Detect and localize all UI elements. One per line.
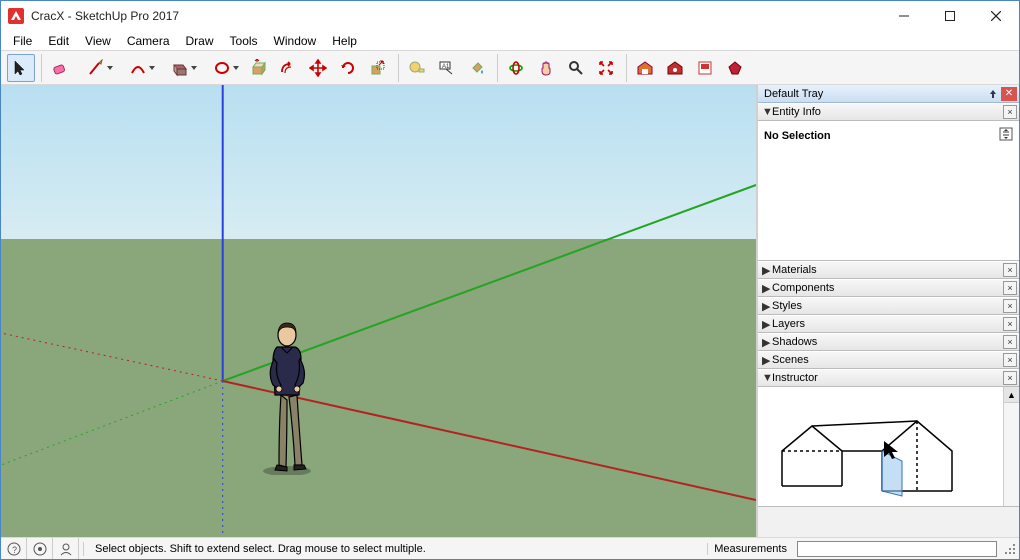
paint-bucket-tool-button[interactable] xyxy=(463,54,491,82)
measurements-label: Measurements xyxy=(707,543,793,555)
window-title: CracX - SketchUp Pro 2017 xyxy=(31,9,179,23)
panel-title: Instructor xyxy=(772,372,818,384)
axes-icon xyxy=(1,85,756,537)
text-tool-button[interactable]: A1 xyxy=(433,54,461,82)
line-tool-button[interactable] xyxy=(76,54,116,82)
panel-title: Layers xyxy=(772,318,805,330)
ruby-console-button[interactable] xyxy=(721,54,749,82)
panel-close-button[interactable]: × xyxy=(1003,263,1017,277)
panel-scenes[interactable]: ▶ Scenes × xyxy=(758,351,1019,369)
panel-title: Entity Info xyxy=(772,106,821,118)
instructor-body: ▲ xyxy=(758,387,1019,507)
menu-window[interactable]: Window xyxy=(266,32,325,50)
panel-materials[interactable]: ▶ Materials × xyxy=(758,261,1019,279)
panel-entity-info[interactable]: ▼ Entity Info × xyxy=(758,103,1019,121)
eraser-tool-button[interactable] xyxy=(46,54,74,82)
tape-measure-tool-button[interactable] xyxy=(403,54,431,82)
entity-info-body: No Selection xyxy=(758,121,1019,261)
layout-button[interactable] xyxy=(691,54,719,82)
pin-icon[interactable] xyxy=(985,87,1001,101)
rectangle-tool-button[interactable] xyxy=(160,54,200,82)
collapse-arrow-icon: ▼ xyxy=(762,372,772,384)
user-info-icon[interactable] xyxy=(53,538,79,559)
panel-title: Styles xyxy=(772,300,802,312)
collapse-arrow-icon: ▼ xyxy=(762,106,772,118)
status-hint: Select objects. Shift to extend select. … xyxy=(89,543,432,555)
panel-title: Shadows xyxy=(772,336,817,348)
warehouse-button[interactable] xyxy=(631,54,659,82)
scale-tool-button[interactable] xyxy=(364,54,392,82)
menu-draw[interactable]: Draw xyxy=(178,32,222,50)
selection-status: No Selection xyxy=(764,130,831,142)
scroll-up-button[interactable]: ▲ xyxy=(1004,387,1019,403)
tray-close-button[interactable]: ✕ xyxy=(1001,87,1017,101)
scroll-track[interactable] xyxy=(1004,403,1019,506)
app-logo-icon xyxy=(7,7,25,25)
close-button[interactable] xyxy=(973,1,1019,31)
instructor-diagram-icon xyxy=(762,391,992,506)
panel-close-button[interactable]: × xyxy=(1003,281,1017,295)
panel-title: Materials xyxy=(772,264,817,276)
status-bar: ? Select objects. Shift to extend select… xyxy=(1,537,1019,559)
arc-tool-button[interactable] xyxy=(118,54,158,82)
panel-title: Components xyxy=(772,282,834,294)
select-tool-button[interactable] xyxy=(7,54,35,82)
rotate-tool-button[interactable] xyxy=(334,54,362,82)
menu-view[interactable]: View xyxy=(77,32,119,50)
zoom-tool-button[interactable] xyxy=(562,54,590,82)
instructor-scrollbar[interactable]: ▲ xyxy=(1003,387,1019,506)
tray-title: Default Tray xyxy=(764,88,823,100)
panel-close-button[interactable]: × xyxy=(1003,105,1017,119)
separator-icon xyxy=(83,542,85,556)
menu-edit[interactable]: Edit xyxy=(40,32,77,50)
details-toggle-icon[interactable] xyxy=(999,127,1013,144)
panel-close-button[interactable]: × xyxy=(1003,299,1017,313)
expand-arrow-icon: ▶ xyxy=(762,336,772,349)
expand-arrow-icon: ▶ xyxy=(762,282,772,295)
model-viewport[interactable] xyxy=(1,85,757,537)
orbit-tool-button[interactable] xyxy=(502,54,530,82)
maximize-button[interactable] xyxy=(927,1,973,31)
panel-close-button[interactable]: × xyxy=(1003,335,1017,349)
measurements-input[interactable] xyxy=(797,541,997,557)
extension-warehouse-button[interactable] xyxy=(661,54,689,82)
menu-help[interactable]: Help xyxy=(324,32,365,50)
geo-info-icon[interactable] xyxy=(27,538,53,559)
panel-layers[interactable]: ▶ Layers × xyxy=(758,315,1019,333)
menu-bar: File Edit View Camera Draw Tools Window … xyxy=(1,31,1019,51)
resize-grip-icon[interactable] xyxy=(1001,540,1019,558)
panel-instructor[interactable]: ▼ Instructor × xyxy=(758,369,1019,387)
expand-arrow-icon: ▶ xyxy=(762,354,772,367)
menu-file[interactable]: File xyxy=(5,32,40,50)
offset-tool-button[interactable] xyxy=(274,54,302,82)
scale-figure-icon xyxy=(259,315,319,475)
circle-tool-button[interactable] xyxy=(202,54,242,82)
menu-camera[interactable]: Camera xyxy=(119,32,178,50)
pushpull-tool-button[interactable] xyxy=(244,54,272,82)
panel-title: Scenes xyxy=(772,354,809,366)
panel-shadows[interactable]: ▶ Shadows × xyxy=(758,333,1019,351)
expand-arrow-icon: ▶ xyxy=(762,264,772,277)
title-bar: CracX - SketchUp Pro 2017 xyxy=(1,1,1019,31)
tray-header[interactable]: Default Tray ✕ xyxy=(758,85,1019,103)
window-controls xyxy=(881,1,1019,31)
panel-close-button[interactable]: × xyxy=(1003,317,1017,331)
default-tray: Default Tray ✕ ▼ Entity Info × No Select… xyxy=(757,85,1019,537)
move-tool-button[interactable] xyxy=(304,54,332,82)
minimize-button[interactable] xyxy=(881,1,927,31)
menu-tools[interactable]: Tools xyxy=(222,32,266,50)
zoom-extents-tool-button[interactable] xyxy=(592,54,620,82)
main-area: Default Tray ✕ ▼ Entity Info × No Select… xyxy=(1,85,1019,537)
panel-components[interactable]: ▶ Components × xyxy=(758,279,1019,297)
expand-arrow-icon: ▶ xyxy=(762,318,772,331)
help-info-icon[interactable]: ? xyxy=(1,538,27,559)
panel-styles[interactable]: ▶ Styles × xyxy=(758,297,1019,315)
pan-tool-button[interactable] xyxy=(532,54,560,82)
main-toolbar: A1 xyxy=(1,51,1019,85)
svg-text:?: ? xyxy=(12,545,17,555)
panel-close-button[interactable]: × xyxy=(1003,371,1017,385)
panel-close-button[interactable]: × xyxy=(1003,353,1017,367)
expand-arrow-icon: ▶ xyxy=(762,300,772,313)
